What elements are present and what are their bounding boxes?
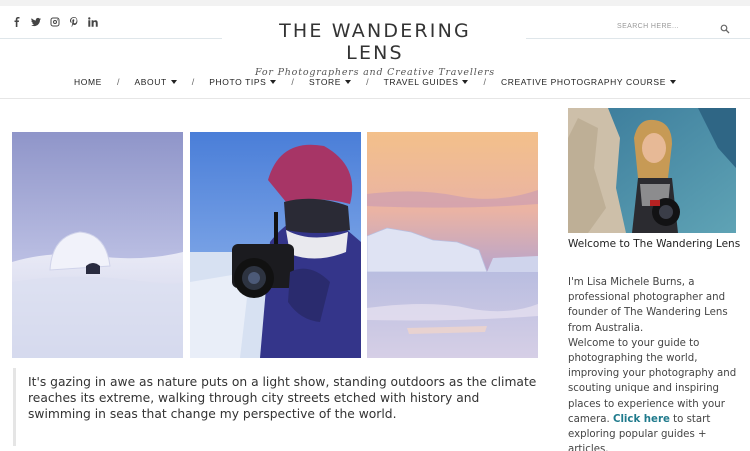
caret-down-icon xyxy=(669,80,676,84)
nav-item-travel-guides[interactable]: TRAVEL GUIDES xyxy=(384,77,469,87)
social-links xyxy=(12,16,98,28)
nav-label: PHOTO TIPS xyxy=(209,77,267,87)
nav-item-store[interactable]: STORE xyxy=(308,77,352,87)
nav-divider xyxy=(0,98,750,99)
pinterest-icon[interactable] xyxy=(69,16,79,28)
search-input[interactable] xyxy=(617,18,717,34)
click-here-link[interactable]: Click here xyxy=(613,414,670,425)
nav-label: HOME xyxy=(74,77,102,87)
nav-separator: / xyxy=(483,77,486,87)
author-photo[interactable] xyxy=(568,108,736,233)
caret-down-icon xyxy=(270,80,277,84)
intro-quote: It's gazing in awe as nature puts on a l… xyxy=(13,368,543,446)
search-icon[interactable] xyxy=(720,21,730,34)
nav-label: STORE xyxy=(308,77,342,87)
sidebar-about: I'm Lisa Michele Burns, a professional p… xyxy=(568,275,744,451)
instagram-icon[interactable] xyxy=(50,16,60,28)
main-nav: HOME / ABOUT / PHOTO TIPS / STORE / TRAV… xyxy=(0,70,750,94)
logo-title: THE WANDERING LENS xyxy=(279,20,471,64)
twitter-icon[interactable] xyxy=(31,16,41,28)
nav-item-about[interactable]: ABOUT xyxy=(134,77,177,87)
quote-text: It's gazing in awe as nature puts on a l… xyxy=(28,375,537,421)
nav-item-creative-photography-course[interactable]: CREATIVE PHOTOGRAPHY COURSE xyxy=(501,77,676,87)
sidebar-intro: I'm Lisa Michele Burns, a professional p… xyxy=(568,277,728,334)
nav-separator: / xyxy=(366,77,369,87)
nav-item-photo-tips[interactable]: PHOTO TIPS xyxy=(209,77,277,87)
nav-separator: / xyxy=(291,77,294,87)
iceberg-photo[interactable] xyxy=(367,132,538,358)
caret-down-icon xyxy=(462,80,469,84)
nav-label: ABOUT xyxy=(134,77,167,87)
nav-label: CREATIVE PHOTOGRAPHY COURSE xyxy=(500,77,666,87)
igloo-photo[interactable] xyxy=(12,132,183,358)
header-divider-right xyxy=(526,38,750,39)
sidebar-title: Welcome to The Wandering Lens xyxy=(568,238,741,250)
caret-down-icon xyxy=(170,80,177,84)
nav-label: TRAVEL GUIDES xyxy=(383,77,459,87)
facebook-icon[interactable] xyxy=(12,16,22,28)
search-box xyxy=(617,18,735,34)
caret-down-icon xyxy=(345,80,352,84)
header-divider-left xyxy=(0,38,222,39)
nav-separator: / xyxy=(116,77,120,87)
nav-separator: / xyxy=(191,77,195,87)
site-header: THE WANDERING LENS For Photographers and… xyxy=(0,6,750,78)
photographer-photo[interactable] xyxy=(190,132,361,358)
nav-item-home[interactable]: HOME xyxy=(74,77,102,87)
linkedin-icon[interactable] xyxy=(88,16,98,28)
sidebar-guide-text: Welcome to your guide to photographing t… xyxy=(568,337,737,425)
